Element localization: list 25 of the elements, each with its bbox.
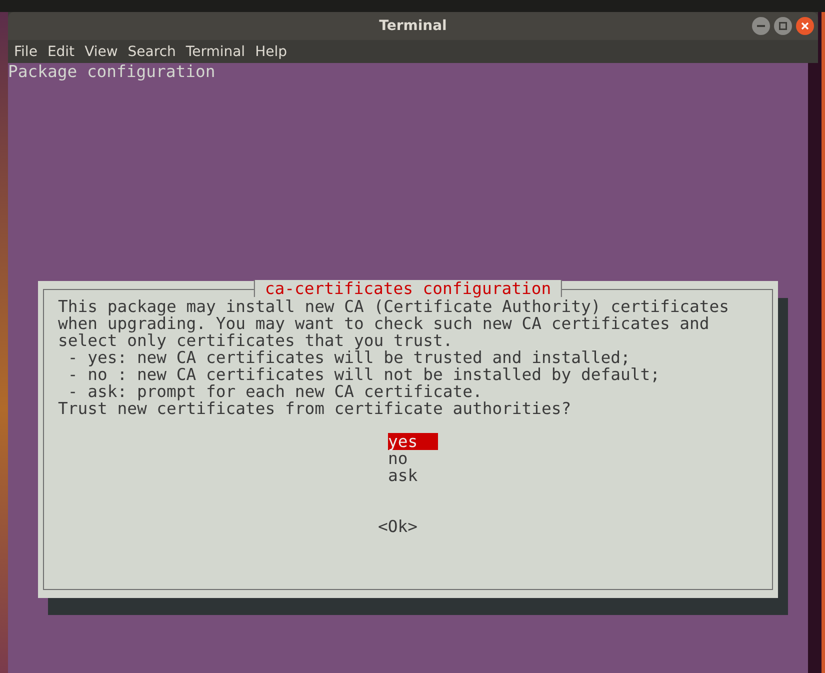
option-description: - ask: prompt for each new CA certificate. — [66, 383, 484, 400]
menu-item[interactable]: File — [10, 44, 42, 60]
minimize-icon — [757, 22, 765, 30]
dialog-text: select only certificates that you trust. — [58, 332, 454, 349]
menu-item[interactable]: Search — [124, 44, 180, 60]
maximize-icon — [779, 22, 787, 30]
dialog-title: ca-certificates configuration — [254, 280, 562, 297]
menu-item[interactable]: Help — [251, 44, 291, 60]
close-icon — [801, 22, 809, 30]
terminal-line: Package configuration — [8, 63, 216, 80]
menu-item[interactable]: Edit — [43, 44, 79, 60]
list-option[interactable]: yes — [388, 433, 438, 450]
window-title: Terminal — [379, 18, 447, 34]
dialog-text: This package may install new CA (Certificate Authority) certificates — [58, 298, 730, 315]
ok-button[interactable]: <Ok> — [378, 518, 418, 535]
option-description: - yes: new CA certificates will be trusted and installed; — [66, 349, 632, 366]
menu-item[interactable]: Terminal — [182, 44, 250, 60]
minimize-button[interactable] — [752, 17, 770, 35]
option-description: - no : new CA certificates will not be installed by default; — [66, 366, 661, 383]
menu-item[interactable]: View — [80, 44, 122, 60]
list-option[interactable]: no — [388, 450, 438, 467]
close-button[interactable] — [796, 17, 814, 35]
dialog-text: when upgrading. You may want to check such new CA certificates and — [58, 315, 710, 332]
question-text: Trust new certificates from certificate authorities? — [58, 400, 572, 417]
list-option[interactable]: ask — [388, 467, 438, 484]
